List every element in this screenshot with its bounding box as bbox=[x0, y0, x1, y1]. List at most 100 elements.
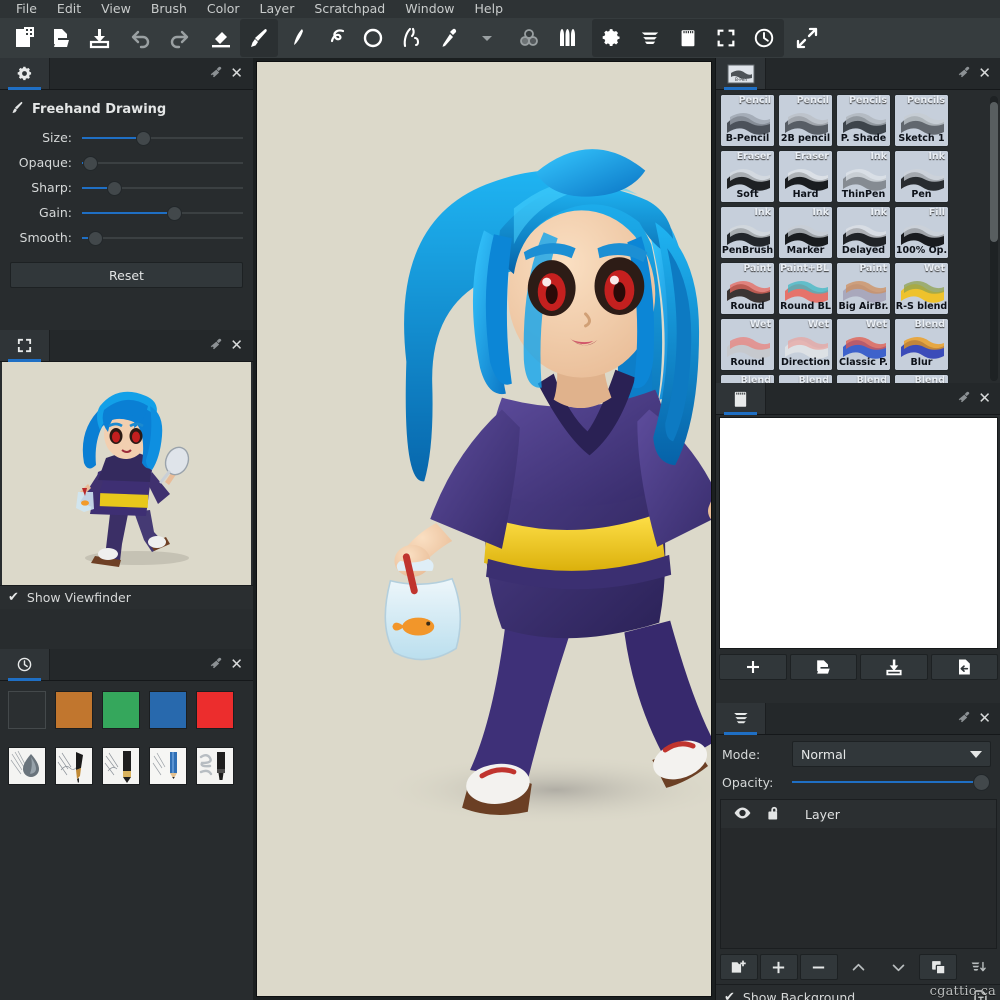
empty-swatch[interactable] bbox=[8, 691, 46, 729]
orange-swatch[interactable] bbox=[55, 691, 93, 729]
viewfinder-icon[interactable] bbox=[0, 330, 50, 361]
brush-preset-cell[interactable]: InkPen bbox=[894, 150, 949, 203]
new-document-icon[interactable] bbox=[4, 19, 42, 57]
menu-item-file[interactable]: File bbox=[6, 0, 47, 18]
layers-icon[interactable] bbox=[716, 703, 766, 734]
new-layer-group-button[interactable] bbox=[720, 954, 758, 980]
curve-tool-icon[interactable] bbox=[316, 19, 354, 57]
menu-item-brush[interactable]: Brush bbox=[141, 0, 197, 18]
brush-preset-cell[interactable]: WetDirection bbox=[778, 318, 833, 371]
undo-icon[interactable] bbox=[122, 19, 160, 57]
fullscreen-toggle-icon[interactable] bbox=[788, 19, 826, 57]
close-icon[interactable]: ✕ bbox=[978, 711, 991, 726]
brush-preset-cell[interactable]: Blend bbox=[836, 374, 891, 383]
scratchpad-icon[interactable] bbox=[716, 383, 766, 414]
wet-round-brush-thumb[interactable] bbox=[8, 747, 46, 785]
brush-preset-cell[interactable]: EraserSoft bbox=[720, 150, 775, 203]
save-document-icon[interactable] bbox=[80, 19, 118, 57]
close-icon[interactable]: ✕ bbox=[978, 391, 991, 406]
green-swatch[interactable] bbox=[102, 691, 140, 729]
brush-preset-cell[interactable]: Fill100% Op. bbox=[894, 206, 949, 259]
brush-preset-cell[interactable]: BlendBlur bbox=[894, 318, 949, 371]
table-row[interactable]: Layer bbox=[721, 800, 996, 828]
layers-toggle-icon[interactable] bbox=[631, 19, 669, 57]
clock-icon[interactable] bbox=[0, 649, 50, 680]
merge-layers-button[interactable] bbox=[959, 954, 997, 980]
pencil-brush-thumb[interactable] bbox=[102, 747, 140, 785]
brush-preset-cell[interactable]: InkDelayed bbox=[836, 206, 891, 259]
canvas-page[interactable] bbox=[256, 61, 712, 997]
brush-set-icon[interactable] bbox=[548, 19, 586, 57]
duplicate-layer-button[interactable] bbox=[919, 954, 957, 980]
brush-library-scrollbar-thumb[interactable] bbox=[990, 102, 998, 242]
pin-panel-icon[interactable] bbox=[955, 390, 972, 407]
size-slider-knob[interactable] bbox=[136, 131, 151, 146]
menu-item-edit[interactable]: Edit bbox=[47, 0, 91, 18]
brush-preset-cell[interactable]: PaintRound bbox=[720, 262, 775, 315]
canvas-area[interactable] bbox=[253, 58, 715, 1000]
brush-preset-cell[interactable]: InkMarker bbox=[778, 206, 833, 259]
sharp-slider-knob[interactable] bbox=[107, 181, 122, 196]
brush-preset-cell[interactable]: Blend bbox=[720, 374, 775, 383]
size-slider[interactable] bbox=[82, 129, 243, 147]
brush-preset-cell[interactable]: InkPenBrush bbox=[720, 206, 775, 259]
pin-panel-icon[interactable] bbox=[955, 65, 972, 82]
menu-item-scratchpad[interactable]: Scratchpad bbox=[304, 0, 395, 18]
scratchpad-canvas[interactable] bbox=[719, 417, 998, 649]
brush-preset-cell[interactable]: PaintBig AirBr. bbox=[836, 262, 891, 315]
ink-pen-tool-icon[interactable] bbox=[278, 19, 316, 57]
menu-item-window[interactable]: Window bbox=[395, 0, 464, 18]
opaque-slider[interactable] bbox=[82, 154, 243, 172]
pin-panel-icon[interactable] bbox=[207, 65, 224, 82]
red-swatch[interactable] bbox=[196, 691, 234, 729]
gain-slider-knob[interactable] bbox=[167, 206, 182, 221]
brush-preset-cell[interactable]: EraserHard bbox=[778, 150, 833, 203]
add-layer-button[interactable] bbox=[760, 954, 798, 980]
brush-preset-cell[interactable]: InkThinPen bbox=[836, 150, 891, 203]
menu-item-layer[interactable]: Layer bbox=[250, 0, 305, 18]
scratchpad-export-button[interactable] bbox=[931, 654, 999, 680]
open-document-icon[interactable] bbox=[42, 19, 80, 57]
layer-opacity-slider[interactable] bbox=[792, 773, 985, 791]
blue-pencil-brush-thumb[interactable] bbox=[149, 747, 187, 785]
close-icon[interactable]: ✕ bbox=[230, 66, 243, 81]
brush-preset-cell[interactable]: PencilB-Pencil bbox=[720, 94, 775, 147]
menu-item-help[interactable]: Help bbox=[465, 0, 514, 18]
pin-panel-icon[interactable] bbox=[207, 656, 224, 673]
navigator-toggle-icon[interactable] bbox=[707, 19, 745, 57]
brush-preset-icon[interactable]: B-Pen bbox=[716, 58, 766, 89]
move-layer-up-button[interactable] bbox=[840, 954, 878, 980]
brush-preset-cell[interactable]: Blend bbox=[894, 374, 949, 383]
brush-preset-cell[interactable]: PencilsSketch 1 bbox=[894, 94, 949, 147]
eye-visibility-icon[interactable] bbox=[733, 806, 752, 823]
history-toggle-icon[interactable] bbox=[745, 19, 783, 57]
blend-mode-select[interactable]: Normal bbox=[792, 741, 991, 767]
delete-layer-button[interactable] bbox=[800, 954, 838, 980]
layer-list[interactable]: Layer bbox=[720, 799, 997, 949]
brush-preset-cell[interactable]: WetR-S blend bbox=[894, 262, 949, 315]
navigator-thumbnail[interactable] bbox=[2, 362, 251, 585]
opaque-slider-knob[interactable] bbox=[83, 156, 98, 171]
close-icon[interactable]: ✕ bbox=[978, 66, 991, 81]
sharp-slider[interactable] bbox=[82, 179, 243, 197]
smooth-slider[interactable] bbox=[82, 229, 243, 247]
brush-properties-toggle-icon[interactable] bbox=[593, 19, 631, 57]
scratchpad-new-button[interactable] bbox=[719, 654, 787, 680]
brush-preset-cell[interactable]: PencilsP. Shade bbox=[836, 94, 891, 147]
smooth-slider-knob[interactable] bbox=[88, 231, 103, 246]
eraser-tool-icon[interactable] bbox=[202, 19, 240, 57]
brush-preset-cell[interactable]: Paint+BLRound BL bbox=[778, 262, 833, 315]
scratchpad-save-button[interactable] bbox=[860, 654, 928, 680]
pin-panel-icon[interactable] bbox=[207, 337, 224, 354]
scratchpad-toggle-icon[interactable] bbox=[669, 19, 707, 57]
close-icon[interactable]: ✕ bbox=[230, 338, 243, 353]
redo-icon[interactable] bbox=[160, 19, 198, 57]
blue-swatch[interactable] bbox=[149, 691, 187, 729]
brush-preset-cell[interactable]: Pencil2B pencil bbox=[778, 94, 833, 147]
gear-icon[interactable] bbox=[0, 58, 50, 89]
color-mixer-icon[interactable] bbox=[510, 19, 548, 57]
move-layer-down-button[interactable] bbox=[879, 954, 917, 980]
menu-item-color[interactable]: Color bbox=[197, 0, 250, 18]
brush-library-scrollbar[interactable] bbox=[990, 96, 998, 381]
show-viewfinder-row[interactable]: ✔ Show Viewfinder bbox=[0, 585, 253, 609]
